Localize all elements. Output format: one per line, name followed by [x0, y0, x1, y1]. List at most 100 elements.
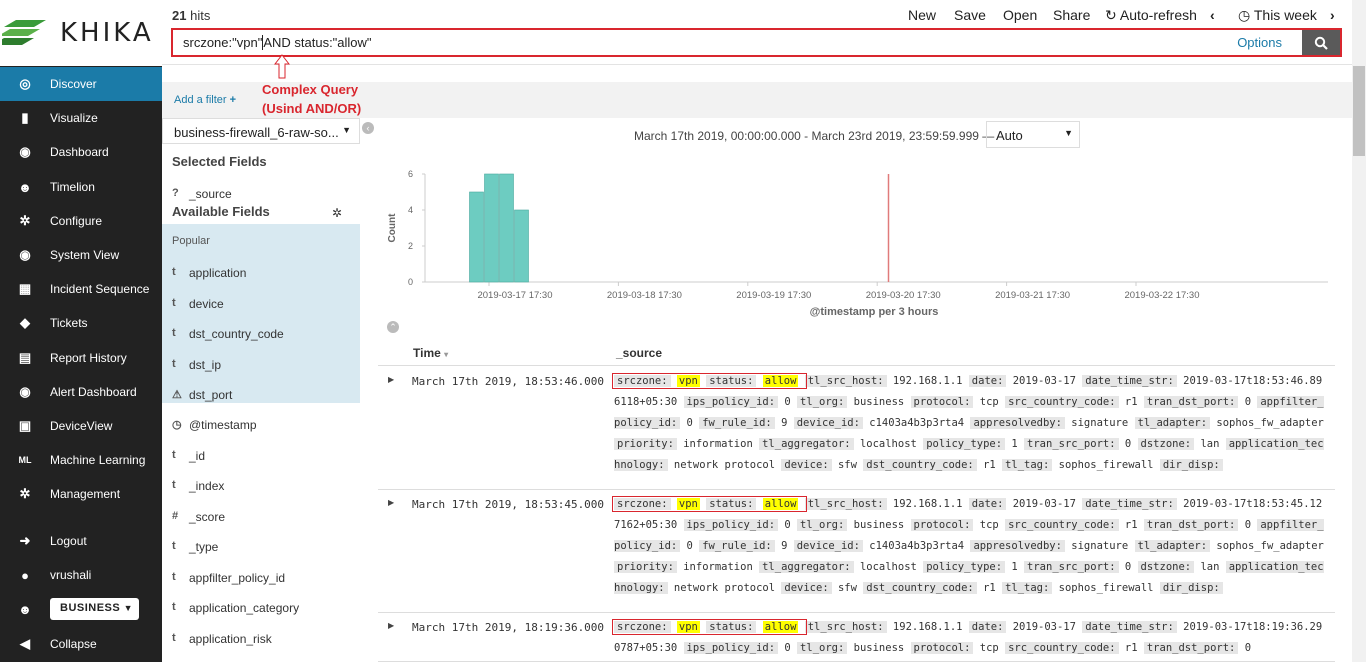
nav-item-system-view[interactable]: ◉ System View — [0, 238, 162, 272]
search-icon — [1314, 36, 1328, 50]
share-button[interactable]: Share — [1053, 7, 1090, 23]
logo-text: KHIKA — [60, 18, 154, 48]
source-field-value: 0 — [1124, 438, 1132, 450]
nav-item-incident-sequence[interactable]: ▦ Incident Sequence — [0, 272, 162, 306]
search-button[interactable] — [1302, 30, 1340, 55]
nav-item-timelion[interactable]: ☻ Timelion — [0, 170, 162, 204]
index-pattern-select[interactable]: business-firewall_6-raw-so... ▼ — [162, 118, 360, 144]
sort-icon: ▾ — [444, 350, 449, 359]
source-field-key: date_time_str: — [1082, 621, 1177, 633]
side-navigation: KHIKA ◎ Discover ▮ Visualize ◉ Dashboard ☻ Time… — [0, 0, 162, 662]
field-item[interactable]: ⚠ dst_port — [162, 380, 360, 410]
source-field-key: src_country_code: — [1005, 396, 1119, 408]
expand-row-icon[interactable]: ▶ — [388, 375, 394, 384]
new-button[interactable]: New — [908, 7, 936, 23]
query-input[interactable]: srczone:"vpn"AND status:"allow" — [183, 35, 372, 50]
source-field-key: tl_org: — [797, 642, 848, 654]
field-item[interactable]: t dst_country_code — [162, 319, 360, 349]
gear-icon[interactable]: ✲ — [332, 206, 342, 220]
field-item[interactable]: t _id — [162, 441, 360, 471]
expand-row-icon[interactable]: ▶ — [388, 498, 394, 507]
open-button[interactable]: Open — [1003, 7, 1037, 23]
nav-item-discover[interactable]: ◎ Discover — [0, 67, 162, 101]
nav-item-management[interactable]: ✲ Management — [0, 477, 162, 511]
source-field-key: srczone: — [614, 375, 671, 387]
khika-logo[interactable]: KHIKA — [0, 0, 162, 66]
source-field-key: tran_src_port: — [1024, 438, 1119, 450]
compass-icon: ◎ — [19, 76, 31, 91]
nav-item-vrushali[interactable]: ● vrushali — [0, 558, 162, 592]
source-field-key: appresolvedby: — [970, 540, 1065, 552]
auto-refresh-button[interactable]: ↻ Auto-refresh — [1105, 7, 1197, 24]
query-options-link[interactable]: Options — [1237, 35, 1282, 50]
source-field-key: device: — [781, 582, 832, 594]
field-item[interactable]: t device — [162, 289, 360, 319]
field-item[interactable]: t application_category — [162, 593, 360, 623]
x-tick-label: 2019-03-21 17:30 — [995, 290, 1070, 301]
nav-item-configure[interactable]: ✲ Configure — [0, 204, 162, 238]
source-field-value: lan — [1200, 561, 1220, 573]
field-item[interactable]: t application_risk — [162, 624, 360, 654]
next-range-button[interactable]: › — [1330, 7, 1335, 23]
row-timestamp: March 17th 2019, 18:53:46.000 — [412, 375, 605, 388]
source-field-key: tl_adapter: — [1134, 417, 1211, 429]
nav-item-logout[interactable]: ➜ Logout — [0, 524, 162, 558]
interval-select[interactable]: Auto ▼ — [986, 121, 1080, 148]
field-item[interactable]: t dst_ip — [162, 350, 360, 380]
tenant-select[interactable]: BUSINESS ▼ — [50, 598, 139, 620]
add-filter-button[interactable]: Add a filter + — [174, 94, 236, 106]
query-bar[interactable]: srczone:"vpn"AND status:"allow" Options — [171, 28, 1342, 57]
nav-item-label: DeviceView — [50, 419, 113, 433]
nav-item-deviceview[interactable]: ▣ DeviceView — [0, 409, 162, 443]
source-field-key: tl_org: — [797, 396, 848, 408]
timepicker-button[interactable]: ◷ This week — [1238, 7, 1317, 24]
field-type-icon: t — [172, 601, 176, 613]
field-item[interactable]: t application — [162, 258, 360, 288]
nav-item-label: Report History — [50, 351, 127, 365]
source-field-key: srczone: — [614, 621, 671, 633]
source-field-key: protocol: — [910, 519, 974, 531]
y-tick-label: 0 — [408, 277, 413, 287]
nav-item-alert-dashboard[interactable]: ◉ Alert Dashboard — [0, 375, 162, 409]
field-type-icon: t — [172, 327, 176, 339]
nav-item-label: Dashboard — [50, 145, 109, 159]
source-field-value: allow — [762, 498, 799, 510]
field-item[interactable]: t _index — [162, 471, 360, 501]
source-field-value: 192.168.1.1 — [892, 621, 963, 633]
source-field-key: priority: — [614, 438, 677, 450]
source-field-key: device_id: — [793, 417, 863, 429]
scrollbar-thumb[interactable] — [1353, 66, 1365, 156]
timepicker-label: This week — [1253, 7, 1317, 23]
nav-item-label: Collapse — [50, 637, 97, 651]
field-item[interactable]: t appfilter_policy_id — [162, 563, 360, 593]
source-field-key: protocol: — [910, 396, 974, 408]
selected-fields-title: Selected Fields — [172, 154, 267, 169]
source-field-value: business — [853, 396, 905, 408]
collapse-chart-icon[interactable]: ⌃ — [387, 321, 399, 333]
time-column-header[interactable]: Time ▾ — [413, 346, 448, 360]
source-field-key: tl_adapter: — [1134, 540, 1211, 552]
nav-item-tickets[interactable]: ◆ Tickets — [0, 306, 162, 340]
source-field-key: src_country_code: — [1005, 642, 1119, 654]
source-field-key: dstzone: — [1137, 438, 1195, 450]
field-item[interactable]: # _score — [162, 502, 360, 532]
source-field-key: ips_policy_id: — [683, 396, 779, 408]
nav-item-collapse[interactable]: ◀ Collapse — [0, 627, 162, 661]
collapse-sidebar-icon[interactable]: ‹ — [362, 122, 374, 134]
field-item[interactable]: t _type — [162, 532, 360, 562]
expand-row-icon[interactable]: ▶ — [388, 621, 394, 630]
nav-item-dashboard[interactable]: ◉ Dashboard — [0, 135, 162, 169]
x-tick-label: 2019-03-18 17:30 — [607, 290, 682, 301]
nav-item-machine-learning[interactable]: ML Machine Learning — [0, 443, 162, 477]
source-field-value: business — [853, 519, 905, 531]
nav-item-report-history[interactable]: ▤ Report History — [0, 341, 162, 375]
users-icon: ☻ — [18, 601, 32, 617]
source-field-value: tcp — [979, 396, 999, 408]
field-item[interactable]: ◷ @timestamp — [162, 410, 360, 440]
source-field-key: tl_aggregator: — [759, 438, 854, 450]
save-button[interactable]: Save — [954, 7, 986, 23]
source-field-key: protocol: — [910, 642, 974, 654]
nav-item-visualize[interactable]: ▮ Visualize — [0, 101, 162, 135]
source-field-value: sophos_fw_adapter — [1216, 540, 1324, 552]
prev-range-button[interactable]: ‹ — [1210, 7, 1215, 23]
